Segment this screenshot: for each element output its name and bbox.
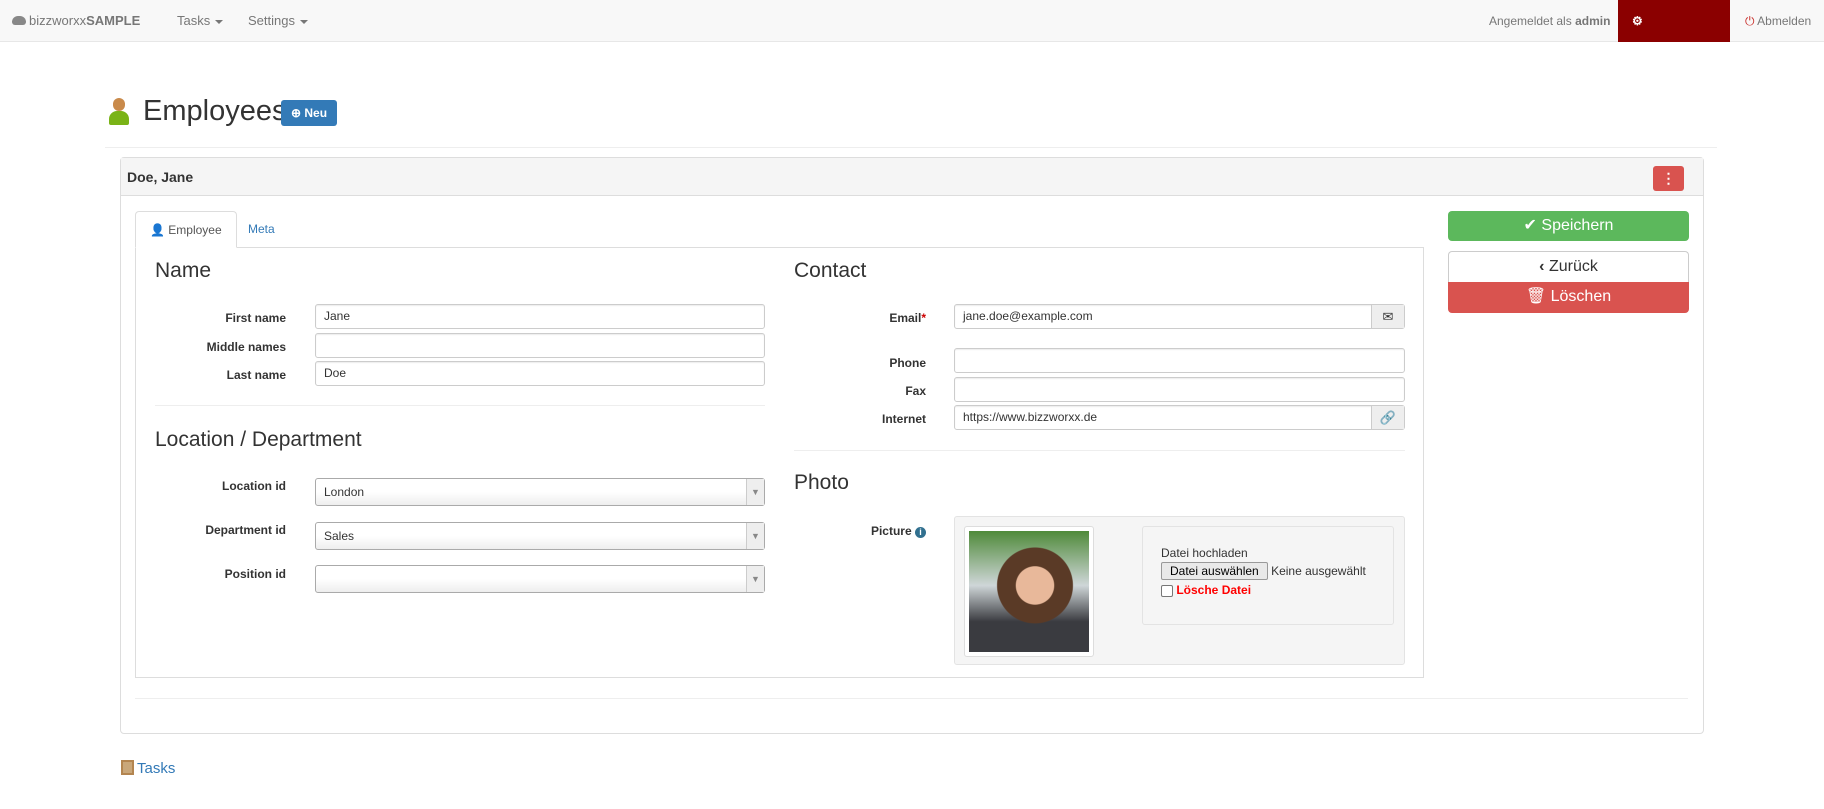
tasks-link[interactable]: Tasks <box>121 760 175 777</box>
email-input[interactable]: jane.doe@example.com <box>963 309 1093 323</box>
logout-link[interactable]: ⏻ Abmelden <box>1745 0 1811 42</box>
delete-button[interactable]: 🗑 Löschen <box>1448 282 1689 313</box>
user-icon: 👤 <box>150 223 165 237</box>
dropdown-arrow-icon: ▼ <box>746 566 764 592</box>
email-label-text: Email <box>889 311 922 325</box>
dropdown-arrow-icon: ▼ <box>746 479 764 505</box>
required-mark: * <box>921 311 926 325</box>
internet-input[interactable]: https://www.bizzworxx.de <box>963 410 1097 424</box>
logout-label: Abmelden <box>1757 14 1812 28</box>
fax-input[interactable] <box>954 377 1405 402</box>
email-label: Email* <box>766 311 926 325</box>
contact-heading: Contact <box>794 259 867 282</box>
username: admin <box>1575 14 1611 28</box>
choose-file-button[interactable]: Datei auswählen <box>1161 562 1268 580</box>
record-title: Doe, Jane <box>127 169 194 185</box>
admin-label: Adminbereich <box>1632 56 1713 70</box>
trash-icon: 🗑 <box>1525 288 1547 305</box>
department-select[interactable]: Sales ▼ <box>315 522 765 550</box>
tab-label: Employee <box>168 223 222 237</box>
first-name-label: First name <box>225 311 286 325</box>
email-input-group[interactable]: jane.doe@example.com ✉ <box>954 304 1405 329</box>
plus-circle-icon: ⊕ <box>290 106 302 120</box>
location-value: London <box>324 485 365 499</box>
divider <box>105 147 1717 148</box>
envelope-icon[interactable]: ✉ <box>1371 305 1404 328</box>
clipboard-icon <box>121 760 134 775</box>
picture-label-text: Picture <box>870 524 912 538</box>
new-button[interactable]: ⊕ Neu <box>281 100 337 126</box>
divider <box>135 698 1688 699</box>
photo-thumbnail <box>964 526 1094 657</box>
logged-in-info: Angemeldet als admin <box>1489 0 1610 42</box>
tab-meta[interactable]: Meta <box>234 211 289 248</box>
nav-settings-label: Settings <box>248 13 295 28</box>
delete-file-label: Lösche Datei <box>1176 583 1252 597</box>
caret-down-icon <box>299 19 308 24</box>
caret-down-icon <box>215 19 224 24</box>
brand[interactable]: bizzworxxSAMPLE <box>12 0 140 42</box>
name-heading: Name <box>155 259 212 282</box>
page-title: Employees <box>143 95 287 127</box>
last-name-label: Last name <box>226 368 286 382</box>
tab-label: Meta <box>248 222 275 236</box>
panel-header: Doe, Jane <box>121 158 1703 196</box>
position-label: Position id <box>224 567 286 581</box>
brand-name: bizzworxx <box>29 13 87 28</box>
location-select[interactable]: London ▼ <box>315 478 765 506</box>
photo-well: Datei hochladen Datei auswählen Keine au… <box>954 516 1405 665</box>
picture-label: Picture i <box>766 524 926 538</box>
chevron-left-icon: ‹ <box>1539 258 1545 275</box>
middle-names-label: Middle names <box>206 340 286 354</box>
nav-tasks-menu[interactable]: Tasks <box>177 0 224 42</box>
divider <box>794 450 1405 451</box>
nav-settings-menu[interactable]: Settings <box>248 0 308 42</box>
department-value: Sales <box>324 529 355 543</box>
admin-area-link[interactable]: ⚙ Adminbereich <box>1618 0 1730 70</box>
divider <box>155 405 765 406</box>
gear-icon: ⚙ <box>1632 14 1643 28</box>
tasks-link-label: Tasks <box>137 760 176 777</box>
location-heading: Location / Department <box>155 428 362 451</box>
phone-label: Phone <box>889 356 926 370</box>
check-icon: ✔ <box>1523 217 1537 234</box>
logged-in-prefix: Angemeldet als <box>1489 14 1572 28</box>
dropdown-arrow-icon: ▼ <box>746 523 764 549</box>
first-name-input[interactable]: Jane <box>315 304 765 329</box>
internet-label: Internet <box>881 412 926 426</box>
upload-box: Datei hochladen Datei auswählen Keine au… <box>1142 526 1394 625</box>
save-label: Speichern <box>1541 217 1614 234</box>
link-icon[interactable]: 🔗 <box>1371 406 1404 429</box>
employee-icon <box>108 98 130 126</box>
photo-heading: Photo <box>794 471 849 494</box>
tab-employee[interactable]: 👤 Employee <box>135 211 237 248</box>
delete-label: Löschen <box>1550 288 1612 305</box>
last-name-input[interactable]: Doe <box>315 361 765 386</box>
fax-label: Fax <box>905 384 926 398</box>
employee-photo <box>969 531 1089 652</box>
phone-input[interactable] <box>954 348 1405 373</box>
vertical-dots-icon: ⋮ <box>1661 170 1676 186</box>
info-icon[interactable]: i <box>915 527 926 538</box>
back-label: Zurück <box>1548 258 1598 275</box>
cloud-icon <box>12 16 26 25</box>
position-select[interactable]: ▼ <box>315 565 765 593</box>
department-label: Department id <box>205 523 286 537</box>
middle-names-input[interactable] <box>315 333 765 358</box>
back-button[interactable]: ‹ Zurück <box>1448 251 1689 282</box>
new-label: Neu <box>304 106 328 120</box>
no-file-text: Keine ausgewählt <box>1271 564 1366 578</box>
upload-label: Datei hochladen <box>1161 546 1248 560</box>
brand-suffix: SAMPLE <box>86 13 141 28</box>
navbar: bizzworxxSAMPLE Tasks Settings Angemelde… <box>0 0 1824 70</box>
delete-file-checkbox[interactable] <box>1161 584 1173 597</box>
location-label: Location id <box>222 479 286 493</box>
internet-input-group[interactable]: https://www.bizzworxx.de 🔗 <box>954 405 1405 430</box>
power-icon: ⏻ <box>1745 14 1755 28</box>
save-button[interactable]: ✔ Speichern <box>1448 211 1689 241</box>
more-options-button[interactable]: ⋮ <box>1653 166 1684 191</box>
nav-tasks-label: Tasks <box>177 13 211 28</box>
